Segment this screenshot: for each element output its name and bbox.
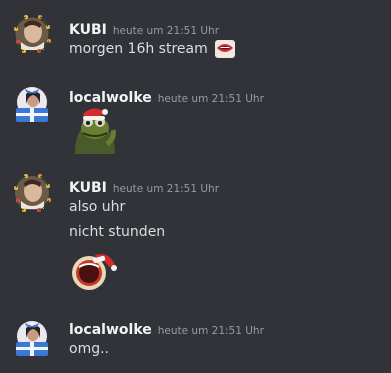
message-header: KUBI heute um 21:51 Uhr (69, 177, 219, 197)
message-text: omg.. (69, 339, 109, 359)
username[interactable]: KUBI (69, 180, 107, 196)
christmas-lights-frame-icon (14, 15, 51, 53)
message-text: nicht stunden (69, 222, 165, 242)
gift-box-frame-icon (16, 87, 48, 122)
localwolke-avatar[interactable] (12, 84, 52, 124)
message-text: also uhr (69, 197, 125, 217)
mouth-emoji-icon[interactable] (214, 38, 236, 60)
kubi-avatar[interactable] (12, 173, 52, 213)
timestamp: heute um 21:51 Uhr (157, 93, 264, 105)
username[interactable]: KUBI (69, 22, 107, 38)
timestamp: heute um 21:51 Uhr (112, 183, 220, 195)
message-line: morgen 16h stream (69, 41, 208, 57)
kermit-santa-hat-emoji-icon[interactable] (69, 104, 119, 158)
username[interactable]: localwolke (69, 322, 152, 338)
santa-hat-mouth-emoji-icon[interactable] (69, 249, 119, 297)
message-header: KUBI heute um 21:51 Uhr (69, 19, 219, 39)
timestamp: heute um 21:51 Uhr (112, 25, 220, 37)
message-line: also uhr (69, 199, 126, 215)
message-header: localwolke heute um 21:51 Uhr (69, 319, 264, 339)
kubi-avatar[interactable] (12, 14, 52, 54)
christmas-lights-frame-icon (14, 174, 51, 212)
message-line: omg.. (69, 341, 109, 357)
timestamp: heute um 21:51 Uhr (157, 325, 264, 337)
message-text: morgen 16h stream (69, 38, 236, 60)
chat-window: { "messages": [ { "author": "KUBI", "tim… (0, 0, 391, 373)
gift-box-frame-icon (16, 321, 48, 356)
message-line: nicht stunden (69, 224, 166, 240)
localwolke-avatar[interactable] (12, 318, 52, 358)
